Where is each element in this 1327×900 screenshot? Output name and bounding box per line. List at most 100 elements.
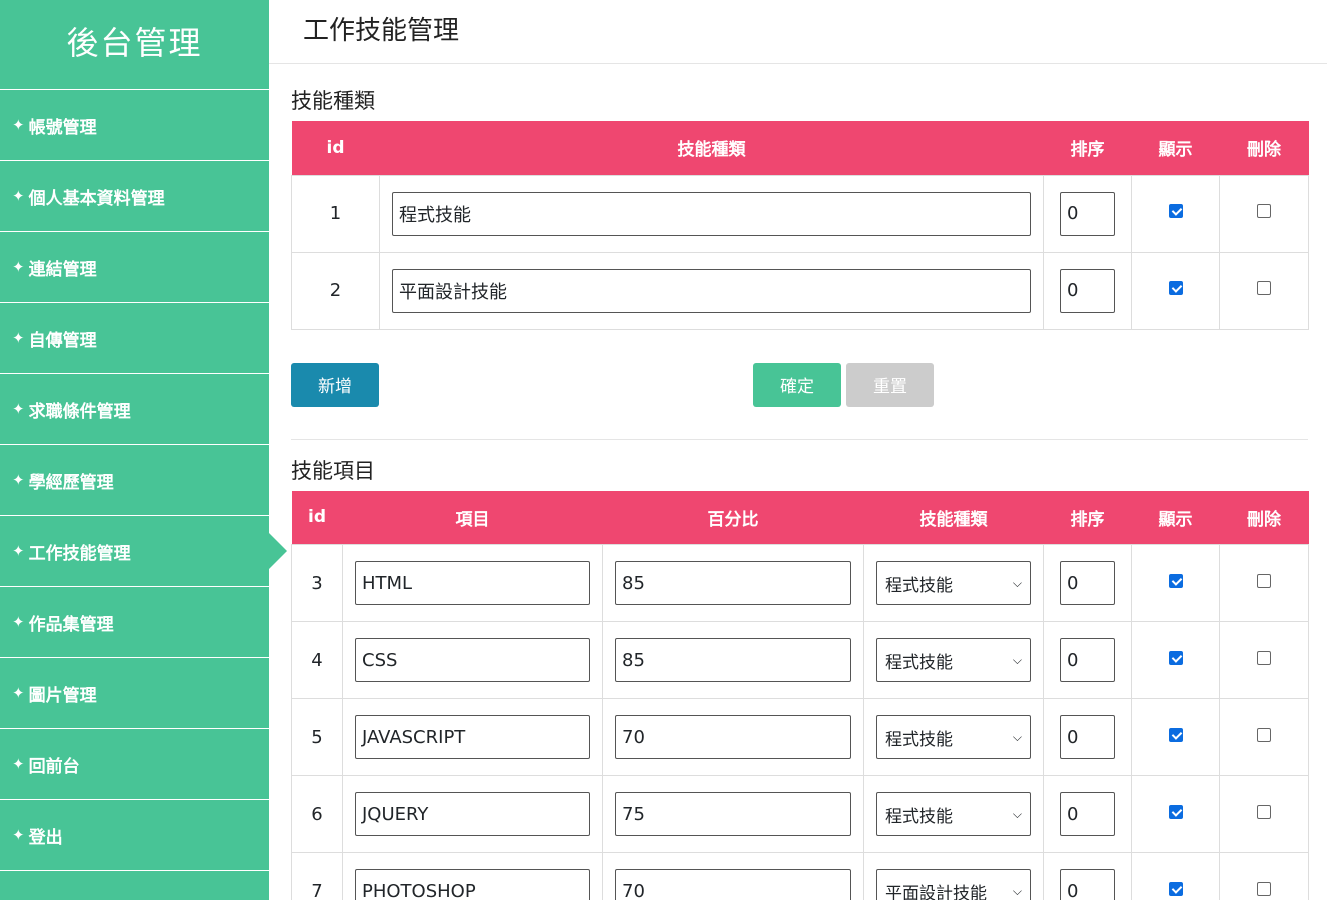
sidebar-item-label: 個人基本資料管理 — [28, 188, 165, 209]
column-header-show: 顯示 — [1131, 121, 1220, 175]
percent-input[interactable]: 85 — [615, 638, 851, 682]
percent-input[interactable]: 70 — [615, 869, 851, 900]
order-input[interactable]: 0 — [1060, 191, 1115, 236]
sidebar-item-links[interactable]: ✦ 連結管理 — [0, 232, 269, 303]
delete-checkbox[interactable] — [1257, 804, 1271, 819]
sidebar-item-label: 回前台 — [28, 756, 80, 777]
sidebar-item-label: 工作技能管理 — [28, 543, 131, 564]
column-header-category: 技能種類 — [863, 490, 1044, 545]
star-icon: ✦ — [12, 826, 25, 844]
sidebar-item-portfolio[interactable]: ✦ 作品集管理 — [0, 587, 269, 658]
category-select[interactable]: 程式技能 ⌵ — [876, 638, 1031, 682]
add-button[interactable]: 新增 — [291, 362, 379, 407]
skills-table: id 項目 百分比 技能種類 排序 顯示 刪除 3 HTML 85 程式技能 ⌵ … — [291, 490, 1309, 900]
column-header-order: 排序 — [1043, 490, 1132, 545]
column-header-percent: 百分比 — [602, 490, 864, 545]
category-select-value: 程式技能 — [885, 806, 953, 827]
sidebar-item-profile[interactable]: ✦ 個人基本資料管理 — [0, 161, 269, 232]
sidebar: 後台管理 ✦ 帳號管理 ✦ 個人基本資料管理 ✦ 連結管理 ✦ 自傳管理 ✦ 求職條件管理… — [0, 0, 287, 900]
sidebar-item-label: 登出 — [28, 827, 63, 848]
category-select[interactable]: 平面設計技能 ⌵ — [876, 869, 1031, 900]
sidebar-item-education-experience[interactable]: ✦ 學經歷管理 — [0, 445, 269, 516]
delete-checkbox[interactable] — [1257, 650, 1271, 665]
sidebar-item-autobiography[interactable]: ✦ 自傳管理 — [0, 303, 269, 374]
column-header-show: 顯示 — [1131, 490, 1220, 545]
show-checkbox[interactable] — [1168, 881, 1183, 896]
sidebar-item-label: 連結管理 — [28, 259, 97, 280]
row-id: 4 — [291, 621, 343, 699]
page-title: 工作技能管理 — [269, 0, 1327, 64]
chevron-down-icon: ⌵ — [1012, 729, 1022, 744]
sidebar-item-images[interactable]: ✦ 圖片管理 — [0, 658, 269, 729]
categories-table: id 技能種類 排序 顯示 刪除 1 程式技能 0 2 平面設計技能 0 — [291, 121, 1309, 330]
sidebar-item-label: 自傳管理 — [28, 330, 97, 351]
delete-checkbox[interactable] — [1257, 281, 1271, 295]
item-input[interactable]: JQUERY — [355, 792, 590, 836]
item-input[interactable]: PHOTOSHOP — [355, 869, 590, 900]
chevron-down-icon: ⌵ — [1012, 883, 1022, 898]
star-icon: ✦ — [12, 116, 25, 134]
show-checkbox[interactable] — [1168, 804, 1183, 819]
chevron-down-icon: ⌵ — [1012, 575, 1022, 590]
order-input[interactable]: 0 — [1060, 715, 1115, 759]
star-icon: ✦ — [12, 755, 25, 773]
sidebar-item-job-conditions[interactable]: ✦ 求職條件管理 — [0, 374, 269, 445]
category-select-value: 程式技能 — [885, 729, 953, 750]
sidebar-item-logout[interactable]: ✦ 登出 — [0, 800, 269, 871]
show-checkbox[interactable] — [1168, 650, 1183, 665]
section-title-skills: 技能項目 — [291, 458, 375, 483]
chevron-down-icon: ⌵ — [1012, 806, 1022, 821]
row-id: 6 — [291, 775, 343, 853]
row-id: 3 — [291, 544, 343, 622]
item-input[interactable]: CSS — [355, 638, 590, 682]
category-select-value: 程式技能 — [885, 575, 953, 596]
show-checkbox[interactable] — [1168, 573, 1183, 588]
table-header-row: id 項目 百分比 技能種類 排序 顯示 刪除 — [291, 490, 1309, 545]
order-input[interactable]: 0 — [1060, 792, 1115, 836]
sidebar-brand: 後台管理 — [0, 0, 269, 90]
star-icon: ✦ — [12, 613, 25, 631]
percent-input[interactable]: 85 — [615, 561, 851, 605]
percent-input[interactable]: 70 — [615, 715, 851, 759]
star-icon: ✦ — [12, 187, 25, 205]
row-id: 5 — [291, 698, 343, 776]
table-row: 3 HTML 85 程式技能 ⌵ 0 — [291, 544, 1309, 622]
star-icon: ✦ — [12, 542, 25, 560]
row-id: 7 — [291, 852, 343, 900]
reset-button[interactable]: 重置 — [846, 362, 934, 407]
table-row: 1 程式技能 0 — [291, 174, 1309, 253]
confirm-button[interactable]: 確定 — [753, 362, 841, 407]
order-input[interactable]: 0 — [1060, 869, 1115, 900]
delete-checkbox[interactable] — [1257, 881, 1271, 896]
category-select[interactable]: 程式技能 ⌵ — [876, 715, 1031, 759]
sidebar-item-label: 學經歷管理 — [28, 472, 114, 493]
show-checkbox[interactable] — [1168, 727, 1183, 742]
column-header-item: 項目 — [342, 490, 603, 545]
item-input[interactable]: JAVASCRIPT — [355, 715, 590, 759]
delete-checkbox[interactable] — [1257, 204, 1271, 218]
order-input[interactable]: 0 — [1060, 638, 1115, 682]
column-header-category: 技能種類 — [379, 121, 1044, 175]
sidebar-item-accounts[interactable]: ✦ 帳號管理 — [0, 90, 269, 161]
order-input[interactable]: 0 — [1060, 561, 1115, 605]
sidebar-item-frontend[interactable]: ✦ 回前台 — [0, 729, 269, 800]
section-title-categories: 技能種類 — [291, 89, 375, 113]
chevron-down-icon: ⌵ — [1012, 652, 1022, 667]
show-checkbox[interactable] — [1168, 204, 1183, 218]
category-name-input[interactable]: 平面設計技能 — [392, 268, 1031, 313]
percent-input[interactable]: 75 — [615, 792, 851, 836]
table-row: 6 JQUERY 75 程式技能 ⌵ 0 — [291, 775, 1309, 853]
category-select[interactable]: 程式技能 ⌵ — [876, 561, 1031, 605]
delete-checkbox[interactable] — [1257, 573, 1271, 588]
sidebar-item-label: 求職條件管理 — [28, 401, 131, 422]
category-name-input[interactable]: 程式技能 — [392, 191, 1031, 236]
table-header-row: id 技能種類 排序 顯示 刪除 — [291, 121, 1309, 175]
column-header-delete: 刪除 — [1219, 490, 1309, 545]
show-checkbox[interactable] — [1168, 281, 1183, 295]
star-icon: ✦ — [12, 684, 25, 702]
category-select[interactable]: 程式技能 ⌵ — [876, 792, 1031, 836]
item-input[interactable]: HTML — [355, 561, 590, 605]
delete-checkbox[interactable] — [1257, 727, 1271, 742]
order-input[interactable]: 0 — [1060, 268, 1115, 313]
sidebar-item-skills[interactable]: ✦ 工作技能管理 — [0, 516, 287, 587]
